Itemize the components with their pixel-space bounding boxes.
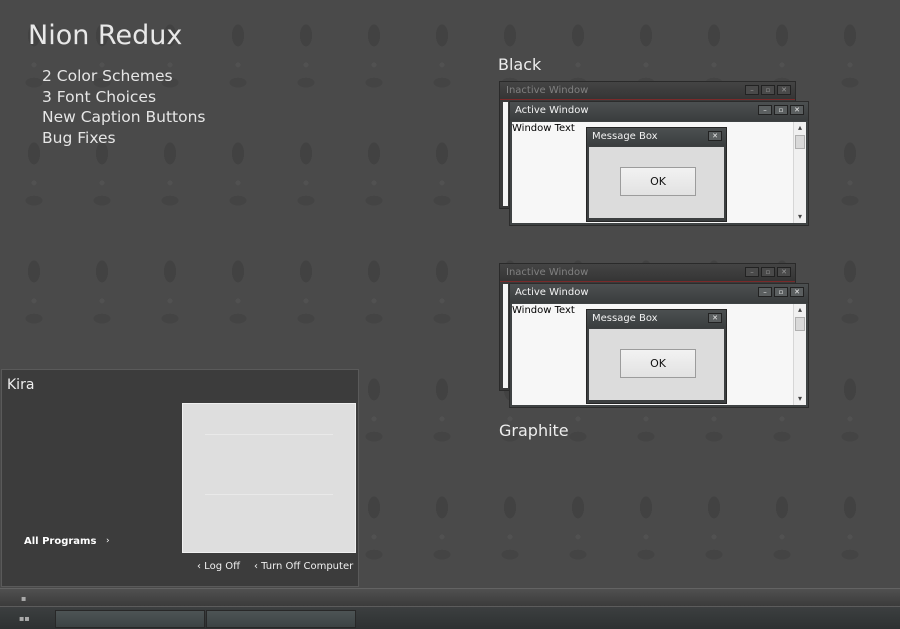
all-programs-button[interactable]: All Programs: [24, 536, 96, 547]
inactive-window-title: Inactive Window: [506, 85, 589, 96]
window-client-area: Window Text Message Box ✕ OK ▴ ▾: [512, 122, 806, 223]
message-box[interactable]: Message Box ✕ OK: [586, 309, 727, 404]
user-name: Kira: [7, 377, 35, 393]
minimize-button[interactable]: –: [745, 267, 759, 277]
scheme-preview-black: Inactive Window – ▫ ✕ Active Window – ▫ …: [499, 81, 811, 231]
close-button[interactable]: ✕: [777, 85, 791, 95]
window-client-area: Window Text Message Box ✕ OK ▴ ▾: [512, 304, 806, 405]
window-text: Window Text: [512, 123, 575, 134]
chevron-right-icon: ›: [106, 536, 110, 546]
inactive-titlebar[interactable]: Inactive Window – ▫ ✕: [500, 264, 795, 282]
start-menu-right-pane: [182, 403, 356, 553]
feature-list: 2 Color Schemes 3 Font Choices New Capti…: [42, 66, 206, 148]
scheme-label-black: Black: [498, 55, 542, 74]
scroll-thumb[interactable]: [795, 317, 805, 331]
minimize-button[interactable]: –: [758, 287, 772, 297]
close-button[interactable]: ✕: [790, 105, 804, 115]
divider: [205, 494, 333, 495]
ok-button[interactable]: OK: [620, 167, 696, 196]
message-box-titlebar[interactable]: Message Box ✕: [587, 310, 726, 328]
taskbar: ▪▪: [0, 606, 900, 629]
scroll-down-icon[interactable]: ▾: [794, 393, 806, 405]
active-window[interactable]: Active Window – ▫ ✕ Window Text Message …: [509, 101, 809, 226]
active-window-title: Active Window: [515, 105, 589, 116]
message-box-title: Message Box: [592, 131, 658, 142]
message-box-body: OK: [589, 329, 724, 400]
turn-off-computer-button[interactable]: ‹ Turn Off Computer: [254, 561, 353, 572]
scroll-thumb[interactable]: [795, 135, 805, 149]
maximize-button[interactable]: ▫: [774, 287, 788, 297]
maximize-button[interactable]: ▫: [774, 105, 788, 115]
scroll-up-icon[interactable]: ▴: [794, 304, 806, 316]
feature-item: Bug Fixes: [42, 128, 116, 147]
inactive-window-title: Inactive Window: [506, 267, 589, 278]
feature-item: 2 Color Schemes: [42, 67, 173, 85]
inactive-client: [503, 102, 508, 206]
grip-icon: ▪: [21, 594, 27, 603]
active-window[interactable]: Active Window – ▫ ✕ Window Text Message …: [509, 283, 809, 408]
minimize-button[interactable]: –: [745, 85, 759, 95]
minimize-button[interactable]: –: [758, 105, 772, 115]
close-button[interactable]: ✕: [708, 131, 722, 141]
inactive-client: [503, 284, 508, 388]
close-button[interactable]: ✕: [777, 267, 791, 277]
active-titlebar[interactable]: Active Window – ▫ ✕: [510, 102, 808, 121]
taskbar-upper: ▪: [0, 588, 900, 606]
quick-launch-icon[interactable]: ▪▪: [19, 615, 30, 623]
divider: [205, 434, 333, 435]
feature-item: 3 Font Choices: [42, 87, 157, 106]
close-button[interactable]: ✕: [708, 313, 722, 323]
ok-button[interactable]: OK: [620, 349, 696, 378]
active-titlebar[interactable]: Active Window – ▫ ✕: [510, 284, 808, 303]
taskbar-button[interactable]: [55, 610, 205, 628]
inactive-titlebar[interactable]: Inactive Window – ▫ ✕: [500, 82, 795, 100]
vertical-scrollbar[interactable]: ▴ ▾: [793, 122, 806, 223]
theme-title: Nion Redux: [28, 20, 183, 51]
message-box-title: Message Box: [592, 313, 658, 324]
scroll-up-icon[interactable]: ▴: [794, 122, 806, 134]
message-box-titlebar[interactable]: Message Box ✕: [587, 128, 726, 146]
active-window-title: Active Window: [515, 287, 589, 298]
message-box[interactable]: Message Box ✕ OK: [586, 127, 727, 222]
scheme-preview-graphite: Inactive Window – ▫ ✕ Active Window – ▫ …: [499, 263, 811, 413]
feature-item: New Caption Buttons: [42, 108, 206, 126]
vertical-scrollbar[interactable]: ▴ ▾: [793, 304, 806, 405]
start-menu: Kira All Programs › ‹ Log Off ‹ Turn Off…: [1, 369, 359, 587]
window-text: Window Text: [512, 305, 575, 316]
maximize-button[interactable]: ▫: [761, 267, 775, 277]
close-button[interactable]: ✕: [790, 287, 804, 297]
log-off-button[interactable]: ‹ Log Off: [197, 561, 240, 572]
scheme-label-graphite: Graphite: [499, 421, 569, 440]
scroll-down-icon[interactable]: ▾: [794, 211, 806, 223]
message-box-body: OK: [589, 147, 724, 218]
taskbar-button[interactable]: [206, 610, 356, 628]
maximize-button[interactable]: ▫: [761, 85, 775, 95]
